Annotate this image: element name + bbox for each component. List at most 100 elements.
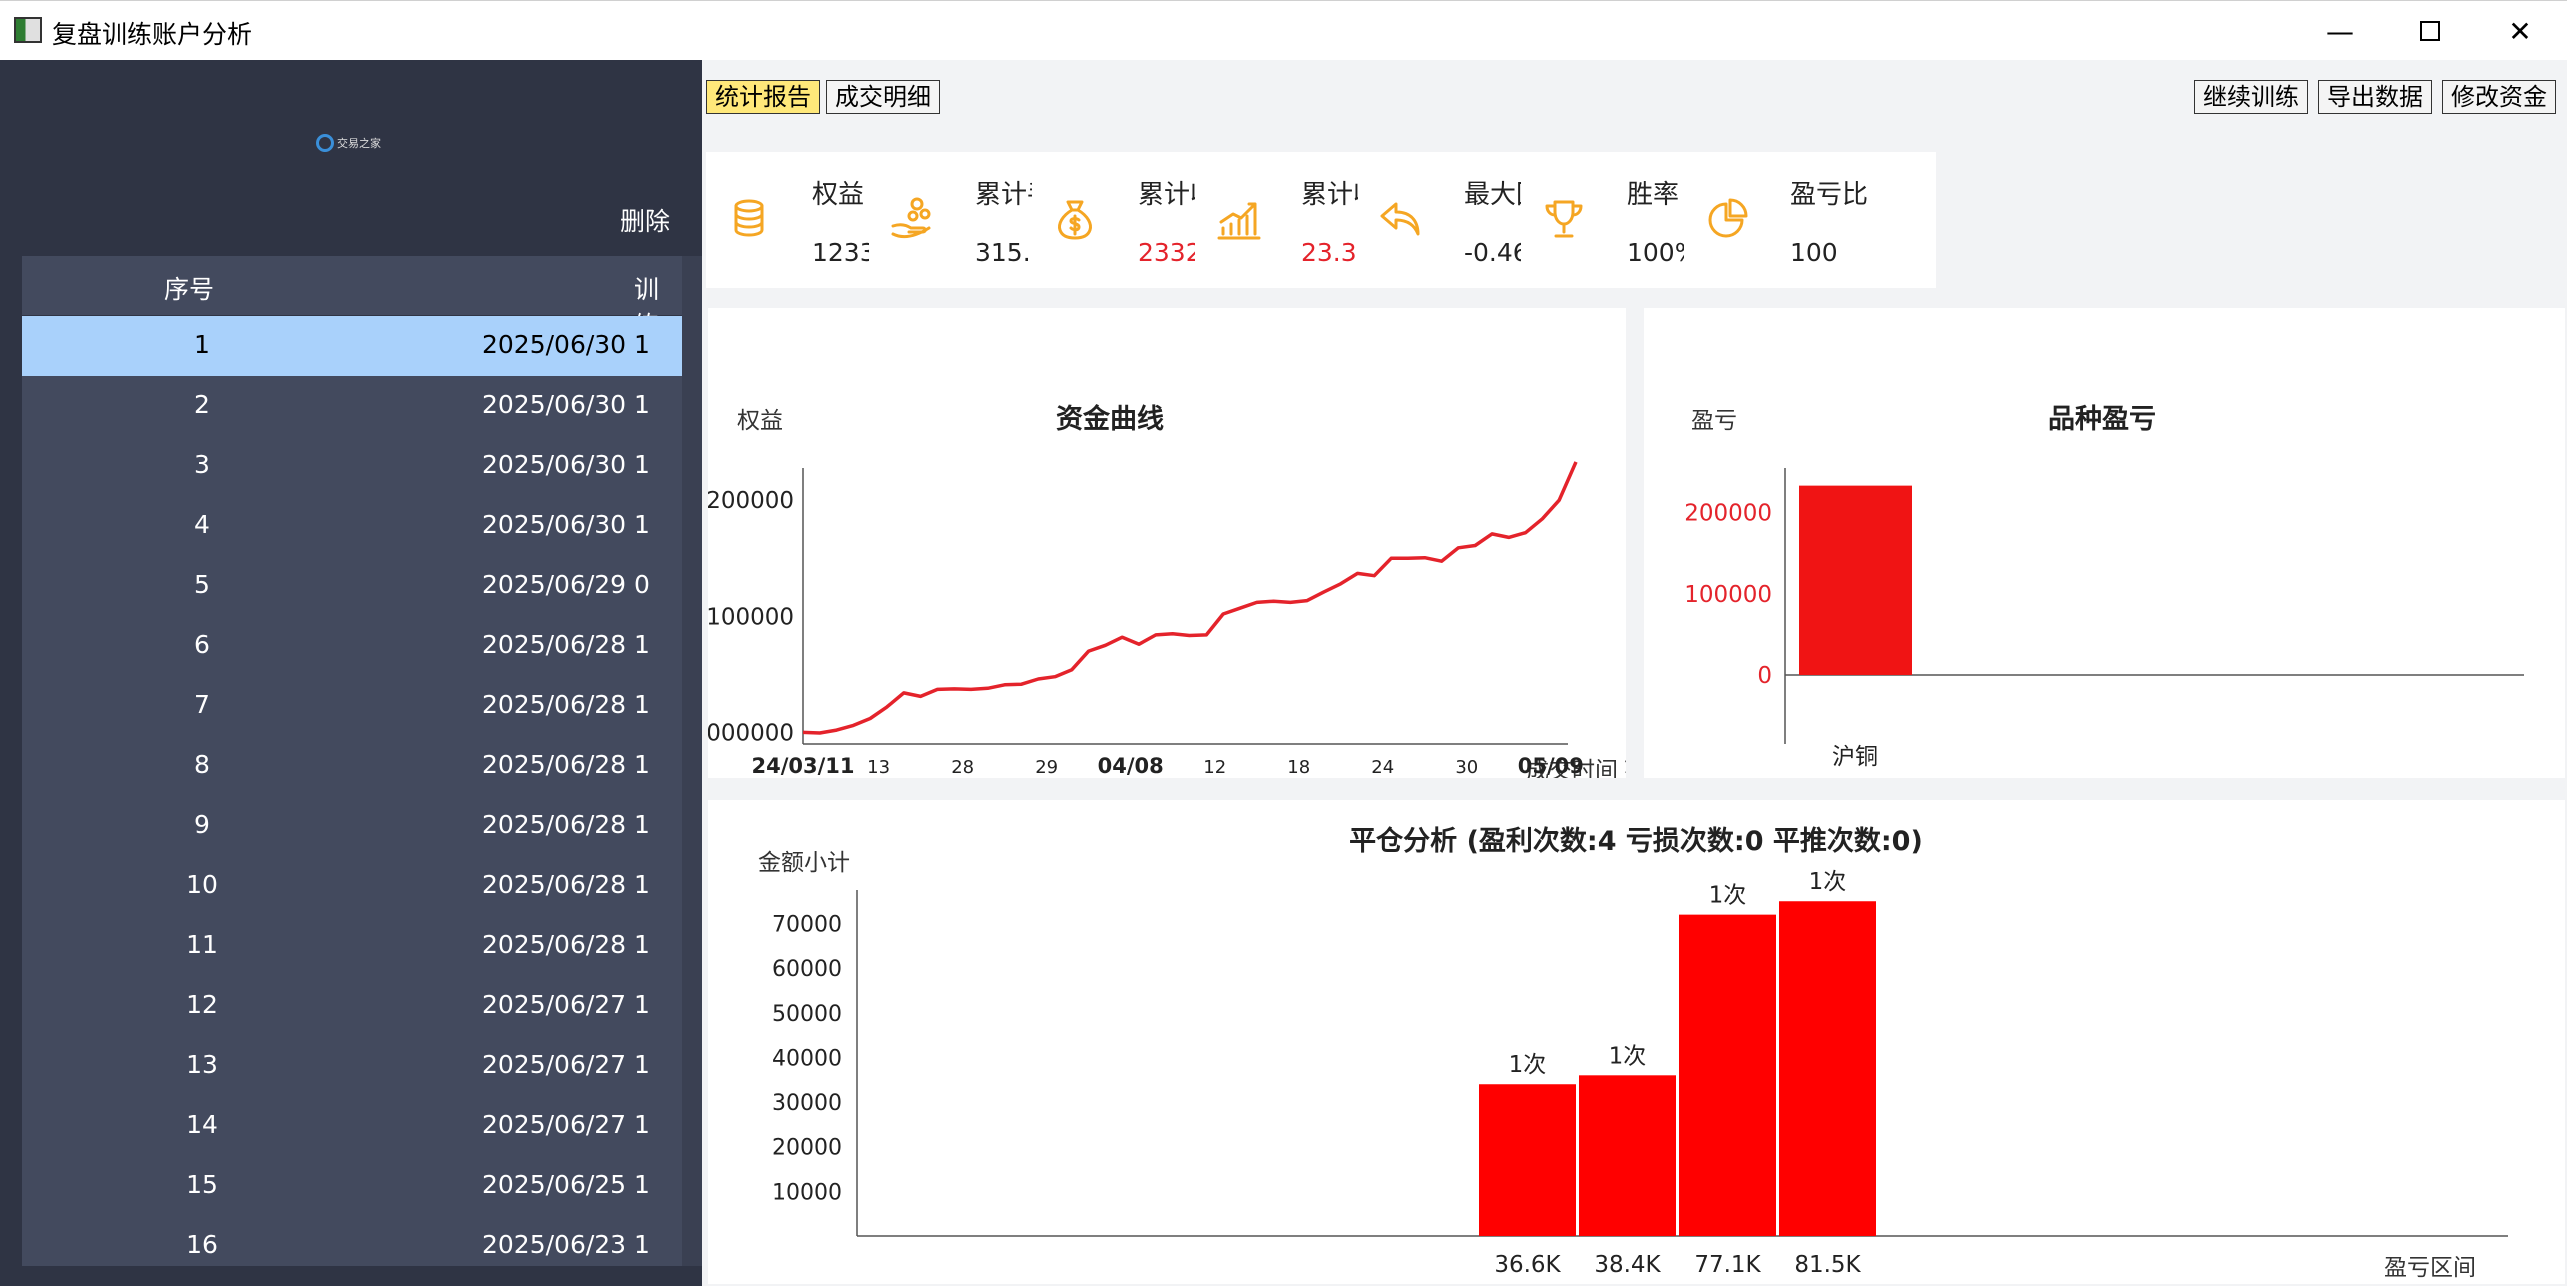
histogram-bar bbox=[1479, 1084, 1576, 1236]
variety-pnl-panel: 品种盈亏 盈亏 0 100000 200000 沪铜 bbox=[1644, 308, 2565, 778]
table-row[interactable]: 15 2025/06/25 1 bbox=[22, 1156, 682, 1216]
y-tick-label: 0 bbox=[1757, 663, 1772, 689]
training-list-panel: 交易之家 删除 序号 训练 1 2025/06/30 1 2 2025/06/30 1… bbox=[0, 60, 702, 1286]
y-tick-label: 60000 bbox=[772, 957, 842, 982]
equity-curve-chart: 资金曲线权益成交时间10000001100000120000024/03/111… bbox=[692, 403, 1647, 784]
y-axis-label: 金额小计 bbox=[758, 850, 850, 876]
x-tick-label: 77.1K bbox=[1694, 1252, 1761, 1278]
x-tick-label: 30 bbox=[1455, 757, 1478, 778]
x-tick-label: 18 bbox=[1287, 757, 1310, 778]
row-training-time: 2025/06/28 1 bbox=[482, 930, 650, 959]
row-index: 9 bbox=[194, 810, 210, 839]
y-tick-label: 50000 bbox=[772, 1002, 842, 1027]
export-data-button[interactable]: 导出数据 bbox=[2318, 80, 2432, 114]
vertical-scrollbar[interactable] bbox=[682, 256, 702, 1266]
table-row[interactable]: 6 2025/06/28 1 bbox=[22, 616, 682, 676]
row-training-time: 2025/06/30 1 bbox=[482, 390, 650, 419]
y-tick-label: 20000 bbox=[772, 1136, 842, 1161]
stat-card: 盈亏比 100 bbox=[1684, 152, 1936, 288]
bar-count-label: 1次 bbox=[1509, 1052, 1547, 1078]
row-index: 16 bbox=[186, 1230, 218, 1259]
y-tick-label: 1100000 bbox=[708, 604, 794, 630]
table-row[interactable]: 5 2025/06/29 0 bbox=[22, 556, 682, 616]
continue-training-button[interactable]: 继续训练 bbox=[2194, 80, 2308, 114]
equity-series-line bbox=[802, 461, 1578, 735]
logo-text: 交易之家 bbox=[337, 137, 381, 150]
stat-label: 权益 bbox=[812, 180, 865, 210]
chart-title: 平仓分析 (盈利次数:4 亏损次数:0 平推次数:0) bbox=[1349, 826, 1923, 857]
growth-chart-icon bbox=[1217, 202, 1261, 240]
row-index: 2 bbox=[194, 390, 210, 419]
stat-label: 胜率 bbox=[1627, 180, 1680, 210]
y-tick-label: 70000 bbox=[772, 913, 842, 938]
x-tick-label: 15 bbox=[1623, 757, 1626, 778]
chart-title: 品种盈亏 bbox=[2048, 404, 2156, 435]
table-row[interactable]: 10 2025/06/28 1 bbox=[22, 856, 682, 916]
table-row[interactable]: 3 2025/06/30 1 bbox=[22, 436, 682, 496]
row-training-time: 2025/06/29 0 bbox=[482, 570, 650, 599]
y-tick-label: 100000 bbox=[1684, 582, 1772, 608]
training-record-table: 序号 训练 1 2025/06/30 1 2 2025/06/30 1 3 2025/06… bbox=[22, 256, 682, 1266]
title-bar: 复盘训练账户分析 — ✕ bbox=[0, 0, 2567, 60]
row-training-time: 2025/06/27 1 bbox=[482, 1110, 650, 1139]
row-training-time: 2025/06/30 1 bbox=[482, 510, 650, 539]
bar-count-label: 1次 bbox=[1809, 869, 1847, 895]
x-tick-label: 沪铜 bbox=[1832, 744, 1878, 770]
minimize-button[interactable]: — bbox=[2310, 11, 2370, 51]
row-index: 13 bbox=[186, 1050, 218, 1079]
maximize-icon bbox=[2420, 21, 2440, 41]
reply-arrow-icon bbox=[1380, 202, 1420, 236]
table-row[interactable]: 1 2025/06/30 1 bbox=[22, 316, 682, 376]
report-panel: 统计报告 成交明细 继续训练 导出数据 修改资金 权益1233284.49累计手… bbox=[692, 60, 2567, 1286]
table-row[interactable]: 7 2025/06/28 1 bbox=[22, 676, 682, 736]
row-training-time: 2025/06/25 1 bbox=[482, 1170, 650, 1199]
brand-logo: 交易之家 bbox=[316, 132, 388, 154]
app-icon bbox=[14, 17, 42, 43]
tab-statistics-report[interactable]: 统计报告 bbox=[706, 80, 820, 114]
table-row[interactable]: 14 2025/06/27 1 bbox=[22, 1096, 682, 1156]
trophy-icon bbox=[1545, 200, 1583, 238]
x-tick-label: 28 bbox=[951, 757, 974, 778]
row-index: 6 bbox=[194, 630, 210, 659]
maximize-button[interactable] bbox=[2400, 11, 2460, 51]
table-header: 序号 训练 bbox=[22, 256, 682, 340]
y-tick-label: 10000 bbox=[772, 1180, 842, 1205]
close-analysis-chart: 平仓分析 (盈利次数:4 亏损次数:0 平推次数:0) 金额小计盈亏区间 10000… bbox=[758, 826, 2508, 1281]
x-tick-label: 81.5K bbox=[1794, 1252, 1861, 1278]
column-header-index[interactable]: 序号 bbox=[164, 270, 214, 306]
row-index: 11 bbox=[186, 930, 218, 959]
stat-value: 100 bbox=[1790, 238, 1838, 267]
x-tick-label: 29 bbox=[1035, 757, 1058, 778]
tab-trade-details[interactable]: 成交明细 bbox=[826, 80, 940, 114]
row-training-time: 2025/06/28 1 bbox=[482, 870, 650, 899]
close-button[interactable]: ✕ bbox=[2490, 11, 2550, 51]
row-training-time: 2025/06/23 1 bbox=[482, 1230, 650, 1259]
close-analysis-panel: 平仓分析 (盈利次数:4 亏损次数:0 平推次数:0) 金额小计 盈亏区间 10000… bbox=[708, 800, 2565, 1284]
row-index: 4 bbox=[194, 510, 210, 539]
table-row[interactable]: 9 2025/06/28 1 bbox=[22, 796, 682, 856]
table-row[interactable]: 13 2025/06/27 1 bbox=[22, 1036, 682, 1096]
row-training-time: 2025/06/28 1 bbox=[482, 630, 650, 659]
table-row[interactable]: 2 2025/06/30 1 bbox=[22, 376, 682, 436]
row-training-time: 2025/06/30 1 bbox=[482, 450, 650, 479]
row-index: 1 bbox=[194, 330, 210, 359]
delete-button[interactable]: 删除 bbox=[620, 202, 670, 238]
app-window: 复盘训练账户分析 — ✕ 交易之家 删除 序号 训练 1 2025/06/30 1… bbox=[0, 0, 2567, 1286]
table-row[interactable]: 11 2025/06/28 1 bbox=[22, 916, 682, 976]
hand-coins-icon bbox=[891, 197, 931, 238]
table-row[interactable]: 4 2025/06/30 1 bbox=[22, 496, 682, 556]
row-training-time: 2025/06/27 1 bbox=[482, 1050, 650, 1079]
x-tick-label: 36.6K bbox=[1494, 1252, 1561, 1278]
table-row[interactable]: 16 2025/06/23 1 bbox=[22, 1216, 682, 1266]
row-index: 14 bbox=[186, 1110, 218, 1139]
modify-funds-button[interactable]: 修改资金 bbox=[2442, 80, 2556, 114]
bar-count-label: 1次 bbox=[1709, 883, 1747, 909]
histogram-bar bbox=[1779, 901, 1876, 1236]
table-row[interactable]: 12 2025/06/27 1 bbox=[22, 976, 682, 1036]
row-training-time: 2025/06/28 1 bbox=[482, 810, 650, 839]
histogram-bar bbox=[1679, 914, 1776, 1236]
row-index: 7 bbox=[194, 690, 210, 719]
table-row[interactable]: 8 2025/06/28 1 bbox=[22, 736, 682, 796]
equity-curve-panel: 资金曲线权益成交时间10000001100000120000024/03/111… bbox=[692, 308, 1647, 784]
row-training-time: 2025/06/28 1 bbox=[482, 690, 650, 719]
